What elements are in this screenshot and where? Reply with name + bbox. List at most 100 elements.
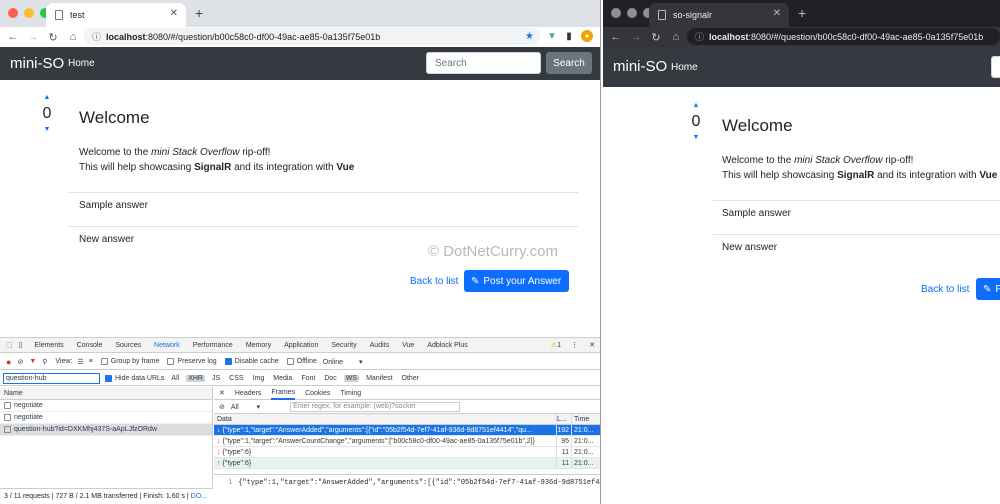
inspect-icon[interactable]: ⬚: [6, 341, 13, 349]
post-answer-button[interactable]: ✎Post your Answer: [976, 278, 1000, 300]
request-row[interactable]: negotiate: [0, 400, 212, 412]
frame-row[interactable]: ↓ {"type":1,"target":"AnswerCountChange",…: [214, 436, 600, 447]
search-icon[interactable]: ⚲: [42, 358, 47, 366]
data-column-header[interactable]: Data: [214, 414, 557, 424]
new-tab-icon[interactable]: +: [195, 5, 203, 21]
detail-tab[interactable]: Headers: [235, 390, 261, 397]
warning-icon[interactable]: ⚠1: [551, 341, 561, 349]
search-input[interactable]: [991, 56, 1000, 78]
back-to-list-link[interactable]: Back to list: [410, 276, 458, 287]
request-row-selected[interactable]: question-hub?id=DXKMhj437S-aApLJfzORdw: [0, 424, 212, 436]
filter-type[interactable]: CSS: [227, 375, 245, 382]
search-input[interactable]: Search: [426, 52, 541, 74]
back-arrow-icon[interactable]: ←: [3, 31, 23, 43]
frame-row[interactable]: ↑ {"type":6} 11 21:0...: [214, 458, 600, 469]
filter-type-ws[interactable]: WS: [343, 374, 360, 382]
home-icon[interactable]: ⌂: [63, 31, 83, 43]
device-toggle-icon[interactable]: ▯: [19, 341, 23, 349]
devtools-tab[interactable]: Memory: [246, 342, 271, 349]
home-icon[interactable]: ⌂: [666, 31, 686, 43]
length-column-header[interactable]: L...: [557, 414, 572, 424]
vue-devtools-icon[interactable]: ▼: [546, 30, 558, 42]
brand-logo[interactable]: mini-SO: [10, 55, 64, 72]
clear-frames-icon[interactable]: ⊘: [219, 403, 225, 411]
home-link[interactable]: Home: [671, 62, 698, 73]
close-devtools-icon[interactable]: ✕: [589, 341, 595, 349]
close-detail-icon[interactable]: ✕: [219, 389, 225, 397]
address-bar[interactable]: ⓘ localhost:8080/#/question/b00c58c0-df0…: [687, 28, 1000, 45]
filter-type[interactable]: Other: [400, 375, 422, 382]
filter-type[interactable]: JS: [210, 375, 222, 382]
filter-type[interactable]: Doc: [322, 375, 338, 382]
large-rows-icon[interactable]: ☰: [77, 358, 83, 366]
filter-type[interactable]: XHR: [186, 374, 205, 382]
frame-regex-input[interactable]: Enter regex, for example: (web)?socket: [290, 401, 461, 412]
filter-type[interactable]: All: [169, 375, 181, 382]
more-menu-icon[interactable]: ⋮: [571, 341, 578, 349]
downvote-icon[interactable]: ▼: [41, 126, 53, 134]
devtools-tab[interactable]: Elements: [34, 342, 63, 349]
frame-type-select[interactable]: All ▾: [231, 403, 260, 411]
reload-icon[interactable]: ↻: [43, 31, 63, 44]
filter-icon[interactable]: ▼: [29, 358, 36, 365]
filter-input[interactable]: question-hub: [3, 372, 100, 384]
close-tab-icon[interactable]: ✕: [773, 8, 781, 19]
devtools-tab[interactable]: Security: [331, 342, 356, 349]
home-link[interactable]: Home: [68, 58, 95, 69]
devtools-tab[interactable]: Console: [77, 342, 103, 349]
new-tab-icon[interactable]: +: [798, 5, 806, 21]
detail-tab[interactable]: Timing: [340, 390, 361, 397]
back-to-list-link[interactable]: Back to list: [921, 284, 969, 295]
time-column-header[interactable]: Time: [572, 414, 600, 424]
status-link[interactable]: DO...: [191, 493, 207, 500]
close-window-button[interactable]: [611, 8, 621, 18]
browser-tab[interactable]: so-signalr ✕: [649, 3, 789, 27]
answer-item: Sample answer: [79, 200, 148, 211]
minimize-window-button[interactable]: [24, 8, 34, 18]
filter-type[interactable]: Font: [299, 375, 317, 382]
close-tab-icon[interactable]: ✕: [170, 8, 178, 19]
extension-icon[interactable]: ▮: [563, 30, 575, 42]
forward-arrow-icon[interactable]: →: [626, 31, 646, 43]
downvote-icon[interactable]: ▼: [690, 134, 702, 142]
filter-type[interactable]: Manifest: [364, 375, 394, 382]
request-row[interactable]: negotiate: [0, 412, 212, 424]
filter-type[interactable]: Media: [271, 375, 294, 382]
group-by-frame-checkbox[interactable]: [100, 358, 108, 365]
post-answer-button[interactable]: ✎Post your Answer: [464, 270, 570, 292]
devtools-tab[interactable]: Application: [284, 342, 318, 349]
devtools-tab[interactable]: Vue: [402, 342, 414, 349]
name-column-header[interactable]: Name: [0, 387, 212, 400]
back-arrow-icon[interactable]: ←: [606, 31, 626, 43]
reload-icon[interactable]: ↻: [646, 31, 666, 44]
waterfall-icon[interactable]: ≡: [89, 358, 93, 365]
forward-arrow-icon[interactable]: →: [23, 31, 43, 43]
browser-tab[interactable]: test ✕: [46, 3, 186, 27]
hide-data-urls-checkbox[interactable]: [105, 374, 112, 382]
upvote-icon[interactable]: ▲: [690, 102, 702, 110]
preserve-log-checkbox[interactable]: [167, 358, 175, 365]
brand-logo[interactable]: mini-SO: [613, 58, 667, 75]
disable-cache-checkbox[interactable]: [224, 358, 232, 365]
devtools-tab-network[interactable]: Network: [154, 342, 180, 349]
close-window-button[interactable]: [8, 8, 18, 18]
profile-icon[interactable]: ●: [581, 30, 593, 42]
offline-checkbox[interactable]: [286, 358, 294, 365]
devtools-tab[interactable]: Performance: [193, 342, 233, 349]
address-bar[interactable]: ⓘ localhost:8080/#/question/b00c58c0-df0…: [84, 28, 540, 45]
minimize-window-button[interactable]: [627, 8, 637, 18]
record-icon[interactable]: ●: [6, 357, 11, 367]
devtools-tab[interactable]: Sources: [115, 342, 141, 349]
throttle-select[interactable]: Online ▾: [323, 358, 363, 366]
devtools-tab[interactable]: Audits: [370, 342, 389, 349]
frame-row[interactable]: ↓ {"type":6} 11 21:0...: [214, 447, 600, 458]
clear-icon[interactable]: ⊘: [17, 358, 23, 366]
detail-tab-frames[interactable]: Frames: [271, 387, 296, 400]
upvote-icon[interactable]: ▲: [41, 94, 53, 102]
detail-tab[interactable]: Cookies: [305, 390, 330, 397]
frame-row[interactable]: ↓ {"type":1,"target":"AnswerAdded","argum…: [214, 425, 600, 436]
bookmark-star-icon[interactable]: ★: [525, 31, 534, 42]
search-button[interactable]: Search: [546, 52, 592, 74]
filter-type[interactable]: Img: [251, 375, 267, 382]
devtools-tab[interactable]: Adblock Plus: [427, 342, 467, 349]
